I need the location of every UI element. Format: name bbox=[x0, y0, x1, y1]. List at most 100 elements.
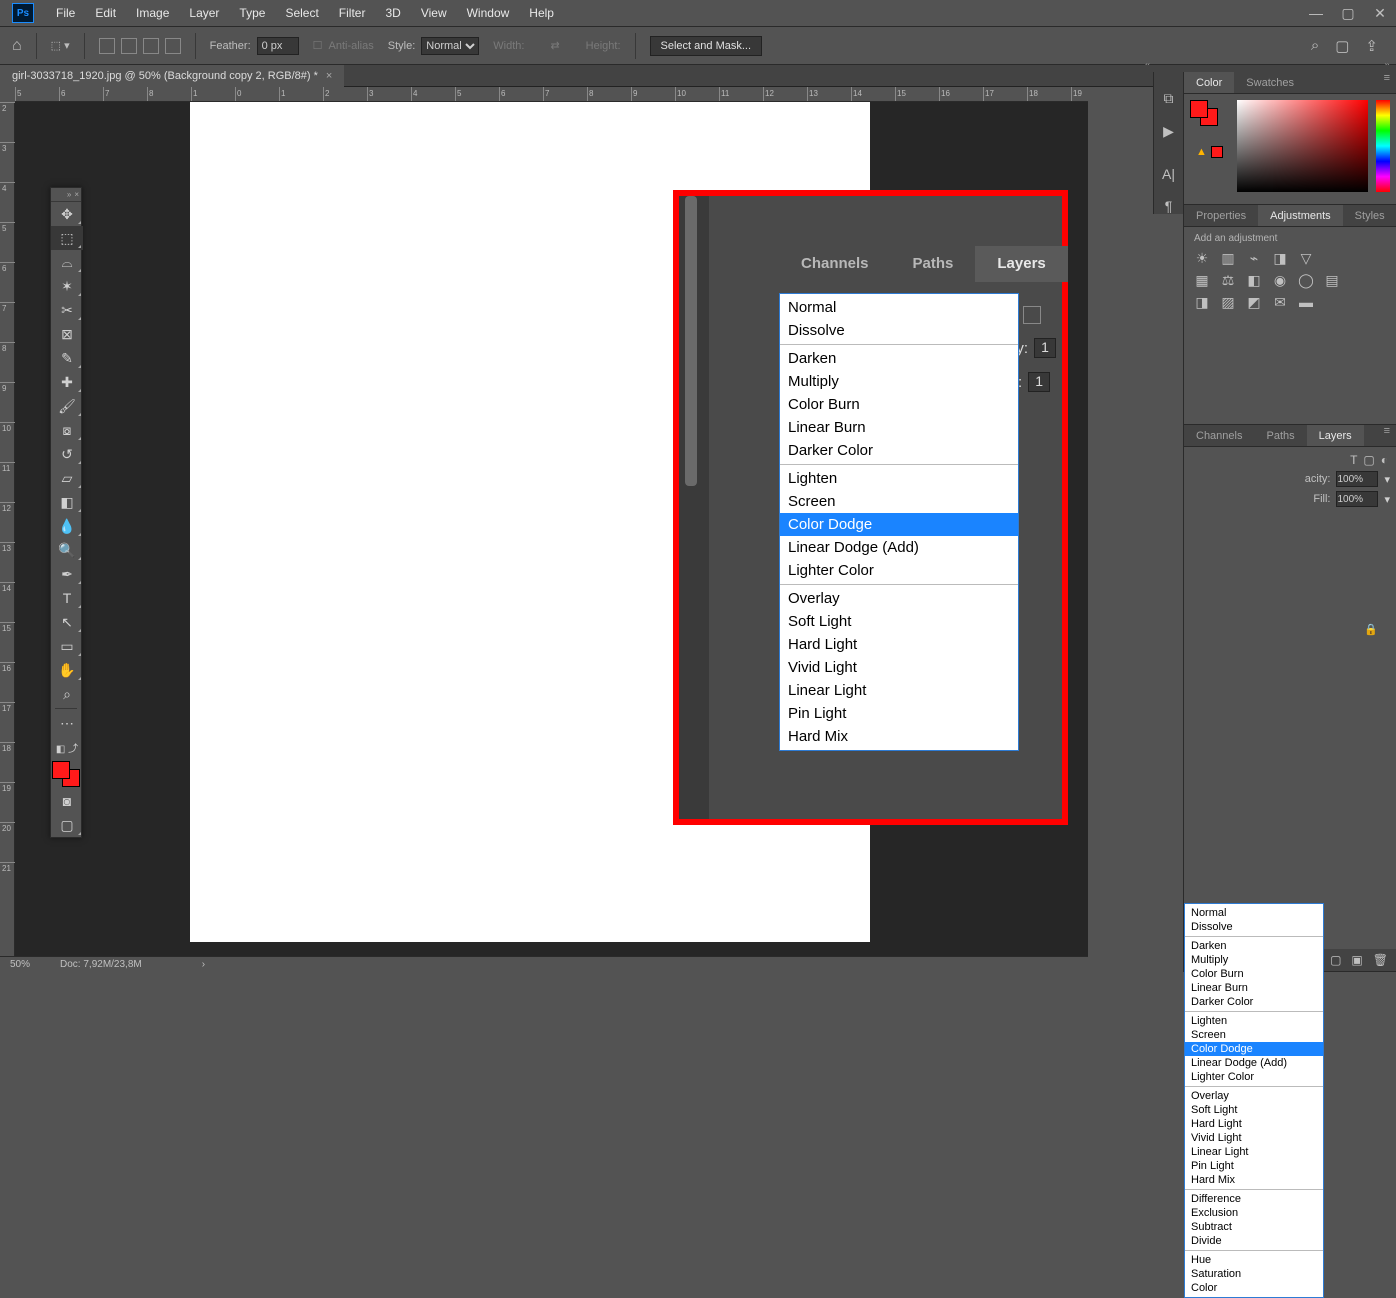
tab-channels[interactable]: Channels bbox=[1184, 425, 1254, 446]
gradient-map-icon[interactable]: ▬ bbox=[1298, 294, 1314, 310]
pen-tool-icon[interactable]: ✒ bbox=[51, 562, 83, 586]
play-icon[interactable]: ▶ bbox=[1163, 123, 1174, 140]
filter-shape-icon[interactable]: ▢ bbox=[1363, 453, 1374, 467]
tab-layers[interactable]: Layers bbox=[1307, 425, 1364, 446]
tab-paths[interactable]: Paths bbox=[891, 246, 976, 282]
menu-item-filter[interactable]: Filter bbox=[329, 0, 376, 27]
blend-mode-item[interactable]: Linear Dodge (Add) bbox=[1185, 1056, 1323, 1070]
mixer-icon[interactable]: ◯ bbox=[1298, 272, 1314, 288]
blend-mode-item[interactable]: Darken bbox=[1185, 939, 1323, 953]
blend-mode-item[interactable]: Hard Light bbox=[1185, 1117, 1323, 1131]
zoom-tool-icon[interactable]: ⌕ bbox=[51, 682, 83, 706]
blend-mode-item[interactable]: Color Burn bbox=[780, 393, 1018, 416]
panel-menu-icon[interactable]: ≡ bbox=[1378, 72, 1396, 93]
paragraph-icon[interactable]: ¶ bbox=[1165, 198, 1173, 214]
gradient-tool-icon[interactable]: ◧ bbox=[51, 490, 83, 514]
workspace-icon[interactable]: ▢ bbox=[1335, 37, 1349, 55]
path-select-tool-icon[interactable]: ↖ bbox=[51, 610, 83, 634]
screenmode-icon[interactable]: ▢ bbox=[51, 813, 83, 837]
blend-mode-item[interactable]: Pin Light bbox=[1185, 1159, 1323, 1173]
tab-swatches[interactable]: Swatches bbox=[1234, 72, 1306, 93]
levels-icon[interactable]: ▥ bbox=[1220, 250, 1236, 266]
blend-mode-item[interactable]: Hard Light bbox=[780, 633, 1018, 656]
document-tab[interactable]: girl-3033718_1920.jpg @ 50% (Background … bbox=[0, 65, 344, 87]
new-layer-icon[interactable]: ▣ bbox=[1351, 953, 1362, 967]
shape-tool-icon[interactable]: ▭ bbox=[51, 634, 83, 658]
blur-tool-icon[interactable]: 💧 bbox=[51, 514, 83, 538]
blend-mode-dropdown[interactable]: NormalDissolveDarkenMultiplyColor BurnLi… bbox=[779, 293, 1019, 751]
menu-item-view[interactable]: View bbox=[411, 0, 457, 27]
history-brush-tool-icon[interactable]: ↺ bbox=[51, 442, 83, 466]
blend-mode-item[interactable]: Lighten bbox=[780, 467, 1018, 490]
blend-mode-item[interactable]: Vivid Light bbox=[1185, 1131, 1323, 1145]
quick-select-tool-icon[interactable]: ✶ bbox=[51, 274, 83, 298]
blend-mode-item[interactable]: Color Burn bbox=[1185, 967, 1323, 981]
blend-mode-item[interactable]: Lighten bbox=[1185, 1014, 1323, 1028]
hue-slider[interactable] bbox=[1376, 100, 1390, 192]
blend-mode-item[interactable]: Color bbox=[1185, 1281, 1323, 1295]
blend-mode-item[interactable]: Overlay bbox=[780, 587, 1018, 610]
photofilter-icon[interactable]: ◉ bbox=[1272, 272, 1288, 288]
share-icon[interactable]: ⇪ bbox=[1365, 37, 1378, 55]
blend-mode-item[interactable]: Color Dodge bbox=[780, 513, 1018, 536]
scrollbar[interactable] bbox=[679, 196, 709, 819]
menu-item-type[interactable]: Type bbox=[229, 0, 275, 27]
window-close-icon[interactable]: ✕ bbox=[1364, 5, 1396, 22]
quickmask-icon[interactable]: ◙ bbox=[51, 789, 83, 813]
blend-mode-dropdown[interactable]: NormalDissolveDarkenMultiplyColor BurnLi… bbox=[1184, 903, 1324, 1298]
blend-mode-item[interactable]: Vivid Light bbox=[780, 656, 1018, 679]
menu-item-window[interactable]: Window bbox=[457, 0, 520, 27]
window-minimize-icon[interactable]: — bbox=[1300, 5, 1332, 22]
blend-mode-item[interactable]: Lighter Color bbox=[780, 559, 1018, 582]
blend-mode-item[interactable]: Hard Mix bbox=[1185, 1173, 1323, 1187]
stamp-tool-icon[interactable]: ⧇ bbox=[51, 418, 83, 442]
menu-item-help[interactable]: Help bbox=[519, 0, 564, 27]
menu-item-select[interactable]: Select bbox=[275, 0, 328, 27]
blend-mode-item[interactable]: Saturation bbox=[1185, 1267, 1323, 1281]
crop-tool-icon[interactable]: ✂ bbox=[51, 298, 83, 322]
menu-item-file[interactable]: File bbox=[46, 0, 85, 27]
search-icon[interactable]: ⌕ bbox=[1311, 37, 1319, 55]
delete-layer-icon[interactable]: 🗑 bbox=[1373, 953, 1388, 967]
tab-channels[interactable]: Channels bbox=[779, 246, 891, 282]
hue-icon[interactable]: ▦ bbox=[1194, 272, 1210, 288]
blend-mode-item[interactable]: Exclusion bbox=[1185, 1206, 1323, 1220]
panel-menu-icon[interactable]: ≡ bbox=[1378, 425, 1396, 446]
blend-mode-item[interactable]: Subtract bbox=[1185, 1220, 1323, 1234]
type-tool-icon[interactable]: T bbox=[51, 586, 83, 610]
balance-icon[interactable]: ⚖ bbox=[1220, 272, 1236, 288]
select-and-mask-button[interactable]: Select and Mask... bbox=[650, 36, 763, 56]
blend-mode-item[interactable]: Linear Light bbox=[780, 679, 1018, 702]
tab-properties[interactable]: Properties bbox=[1184, 205, 1258, 226]
blend-mode-item[interactable]: Linear Light bbox=[1185, 1145, 1323, 1159]
frame-tool-icon[interactable]: ⊠ bbox=[51, 322, 83, 346]
tab-styles[interactable]: Styles bbox=[1343, 205, 1396, 226]
lut-icon[interactable]: ▤ bbox=[1324, 272, 1340, 288]
edit-toolbar-icon[interactable]: ⋯ bbox=[51, 711, 83, 735]
opacity-input[interactable]: 1 bbox=[1034, 338, 1056, 358]
blend-mode-item[interactable]: Linear Dodge (Add) bbox=[780, 536, 1018, 559]
selective-icon[interactable]: ✉ bbox=[1272, 294, 1288, 310]
curves-icon[interactable]: ⌁ bbox=[1246, 250, 1262, 266]
tools-header[interactable]: »× bbox=[51, 188, 81, 202]
brush-tool-icon[interactable]: 🖌 bbox=[51, 394, 83, 418]
blend-mode-item[interactable]: Hue bbox=[1185, 1253, 1323, 1267]
blend-mode-item[interactable]: Soft Light bbox=[1185, 1103, 1323, 1117]
blend-mode-item[interactable]: Multiply bbox=[1185, 953, 1323, 967]
zoom-level[interactable]: 50% bbox=[10, 959, 30, 970]
blend-mode-item[interactable]: Soft Light bbox=[780, 610, 1018, 633]
tab-layers[interactable]: Layers bbox=[975, 246, 1067, 282]
tab-adjustments[interactable]: Adjustments bbox=[1258, 205, 1343, 226]
color-swatch[interactable] bbox=[52, 761, 80, 787]
threshold-icon[interactable]: ◩ bbox=[1246, 294, 1262, 310]
blend-mode-item[interactable]: Screen bbox=[780, 490, 1018, 513]
fill-input[interactable] bbox=[1336, 491, 1378, 507]
new-group-icon[interactable]: ▢ bbox=[1330, 953, 1341, 967]
bw-icon[interactable]: ◧ bbox=[1246, 272, 1262, 288]
style-select[interactable]: Normal bbox=[421, 37, 479, 55]
color-swatch[interactable] bbox=[1190, 100, 1218, 126]
window-maximize-icon[interactable]: ▢ bbox=[1332, 5, 1364, 22]
blend-mode-item[interactable]: Difference bbox=[1185, 1192, 1323, 1206]
filter-type-icon[interactable]: T bbox=[1350, 453, 1357, 467]
gamut-warning-icon[interactable]: ▲ bbox=[1196, 146, 1207, 158]
